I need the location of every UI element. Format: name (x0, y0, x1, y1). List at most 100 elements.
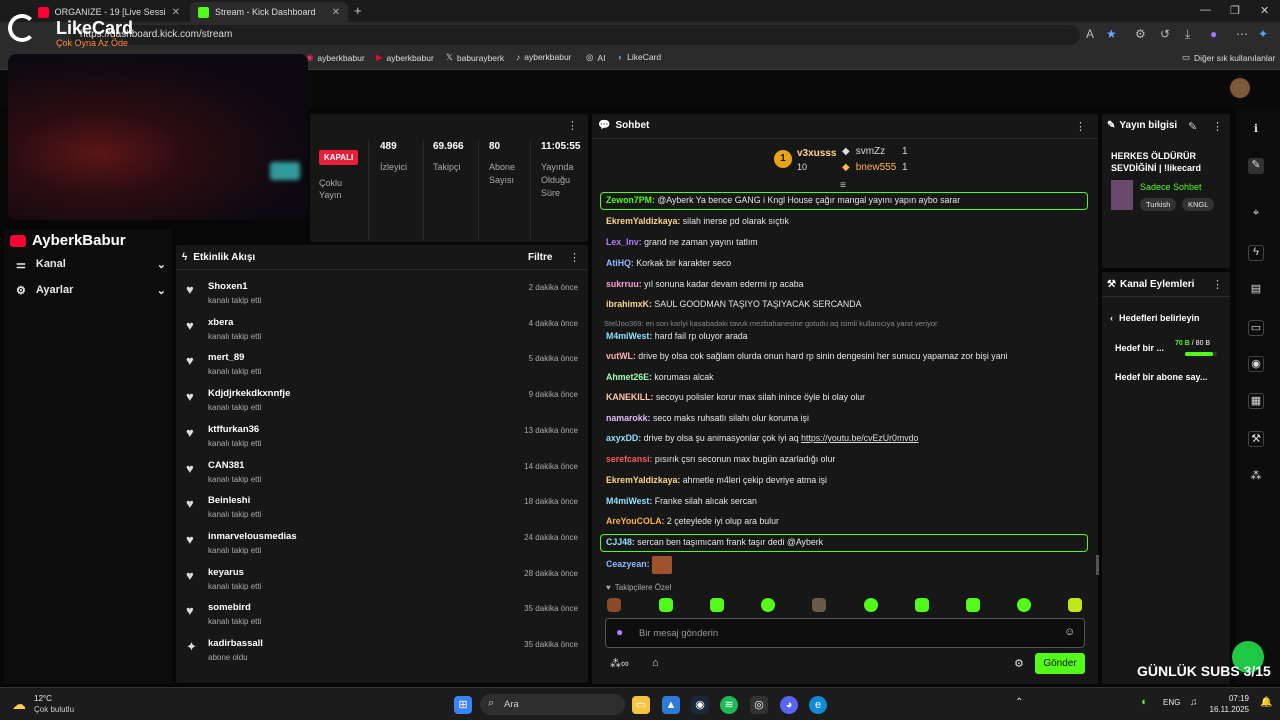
chat-username[interactable]: AreYouCOLA: (606, 516, 664, 526)
filter-button[interactable]: Filtre (528, 252, 552, 263)
mic-tray-icon[interactable]: ◖ (1140, 696, 1147, 708)
more-icon[interactable]: ⋮ (567, 119, 578, 132)
chat-username[interactable]: sukrruu: (606, 279, 642, 289)
info-icon[interactable]: ℹ (1248, 122, 1264, 138)
activity-username[interactable]: mert_89 (208, 352, 244, 363)
url-field[interactable]: https://dashboard.kick.com/stream (70, 25, 1080, 45)
activity-username[interactable]: Beinleshi (208, 495, 250, 506)
bookmark-tiktok[interactable]: ♪ ayberkbabur (516, 52, 572, 62)
chat-username[interactable]: EkremYaldizkaya: (606, 475, 680, 485)
chat-username[interactable]: M4miWest: (606, 496, 652, 506)
edit-icon[interactable]: ✎ (1188, 120, 1197, 133)
chat-icon[interactable]: ▭ (1248, 320, 1264, 336)
new-tab-icon[interactable]: + (354, 3, 362, 18)
maximize-icon[interactable]: ❐ (1230, 4, 1240, 17)
clock-date[interactable]: 16.11.2025 (1200, 705, 1249, 714)
activity-username[interactable]: CAN381 (208, 460, 244, 471)
activity-username[interactable]: ktffurkan36 (208, 424, 259, 435)
category-name[interactable]: Sadece Sohbet (1140, 182, 1202, 192)
close-tab-icon[interactable]: ✕ (172, 7, 180, 18)
activity-username[interactable]: Kdjdjrkekdkxnnfje (208, 388, 290, 399)
emote[interactable] (864, 598, 878, 612)
scrollbar[interactable] (1096, 555, 1099, 575)
emote[interactable] (915, 598, 929, 612)
users-icon[interactable]: ⁂∞ (610, 657, 629, 670)
chat-username[interactable]: EkremYaldizkaya: (606, 216, 680, 226)
chat-username[interactable]: Ahmet26E: (606, 372, 652, 382)
emote[interactable] (607, 598, 621, 612)
history-icon[interactable]: ↺ (1160, 27, 1170, 41)
activity-username[interactable]: Shoxen1 (208, 281, 248, 292)
chat-username[interactable]: KANEKILL: (606, 392, 653, 402)
activity-username[interactable]: kadirbassall (208, 638, 263, 649)
goal-1[interactable]: Hedef bir ... (1115, 343, 1164, 353)
app-icon[interactable]: ◎ (750, 696, 768, 714)
chat-username[interactable]: ibrahimxK: (606, 299, 652, 309)
tab-kick-dashboard[interactable]: Stream - Kick Dashboard ✕ (190, 2, 348, 22)
tag-chip[interactable]: Turkish (1140, 198, 1177, 211)
chat-username[interactable]: Ceazyean: (606, 559, 650, 569)
emote[interactable] (1068, 598, 1082, 612)
store-icon[interactable]: ▦ (1248, 393, 1264, 409)
users-icon[interactable]: ⁂ (1248, 469, 1264, 485)
emote[interactable] (966, 598, 980, 612)
extensions-icon[interactable]: ⚙ (1135, 27, 1146, 41)
copilot-icon[interactable]: ✦ (1258, 27, 1268, 41)
chat-username[interactable]: serefcansi: (606, 454, 652, 464)
chat-username[interactable]: Zewon7PM: (606, 195, 655, 205)
minimize-icon[interactable]: — (1200, 4, 1211, 16)
favorite-star-icon[interactable]: ★ (1106, 27, 1117, 41)
more-icon[interactable]: ⋮ (1212, 120, 1223, 133)
bolt-icon[interactable]: ϟ (1248, 245, 1264, 261)
chat-username[interactable]: namarokk: (606, 413, 651, 423)
emote[interactable] (761, 598, 775, 612)
emote[interactable] (812, 598, 826, 612)
chat-username[interactable]: AtiHQ: (606, 258, 634, 268)
bookmark-likecard[interactable]: ◐ LikeCard (618, 52, 661, 62)
notification-icon[interactable]: 🔔 (1260, 697, 1272, 708)
collapse-icon[interactable]: ≡ (840, 180, 846, 191)
read-aloud-icon[interactable]: A (1086, 27, 1094, 41)
chat-username[interactable]: CJJ48: (606, 537, 635, 547)
edge-icon[interactable]: e (809, 696, 827, 714)
spotify-icon[interactable]: ≋ (720, 696, 738, 714)
activity-username[interactable]: xbera (208, 317, 233, 328)
broadcast-icon[interactable]: ◉ (1248, 356, 1264, 372)
bookmark-youtube[interactable]: ▶ ayberkbabur (376, 52, 434, 63)
clock-time[interactable]: 07:19 (1219, 694, 1249, 703)
store-icon[interactable]: ⌂ (652, 657, 659, 669)
tag-chip[interactable]: KNGL (1182, 198, 1215, 211)
crosshair-icon[interactable]: ⌖ (1248, 207, 1264, 223)
goals-back[interactable]: ‹ Hedefleri belirleyin (1110, 313, 1200, 323)
activity-username[interactable]: inmarvelousmedias (208, 531, 297, 542)
more-icon[interactable]: ⋮ (569, 251, 580, 264)
downloads-icon[interactable]: ⤓ (1185, 27, 1190, 42)
bookmark-x[interactable]: 𝕏baburayberk (446, 52, 504, 63)
microphone-icon[interactable]: ● (616, 625, 623, 639)
chat-username[interactable]: axyxDD: (606, 433, 641, 443)
more-icon[interactable]: ⋮ (1075, 120, 1086, 133)
document-icon[interactable]: ▤ (1248, 282, 1264, 298)
avatar[interactable] (1230, 78, 1250, 98)
nav-kanal[interactable]: ⚌ Kanal ⌄ (16, 258, 166, 271)
chat-input[interactable]: ● Bir mesaj gönderin ☺ (605, 618, 1085, 648)
goal-2[interactable]: Hedef bir abone say... (1115, 372, 1207, 382)
close-tab-icon[interactable]: ✕ (332, 7, 340, 18)
activity-username[interactable]: somebird (208, 602, 251, 613)
menu-icon[interactable]: ⋯ (1236, 27, 1248, 41)
chat-username[interactable]: Lex_Inv: (606, 237, 642, 247)
emoji-icon[interactable]: ☺ (1064, 626, 1075, 638)
emote[interactable] (710, 598, 724, 612)
other-bookmarks[interactable]: ▭ Diğer sık kullanılanlar (1182, 52, 1275, 63)
profile-icon[interactable]: ● (1210, 27, 1217, 41)
language-indicator[interactable]: ENG (1163, 698, 1180, 707)
discord-icon[interactable]: ◕ (780, 696, 798, 714)
steam-icon[interactable]: ◉ (691, 696, 709, 714)
photos-icon[interactable]: ▲ (662, 696, 680, 714)
bookmark-ai[interactable]: ◎ AI (586, 52, 605, 63)
send-button[interactable]: Gönder (1035, 653, 1085, 674)
edit-icon[interactable]: ✎ (1248, 158, 1264, 174)
chat-username[interactable]: vutWL: (606, 351, 636, 361)
wrench-icon[interactable]: ⚒ (1248, 431, 1264, 447)
nav-ayarlar[interactable]: ⚙ Ayarlar ⌄ (16, 284, 166, 297)
